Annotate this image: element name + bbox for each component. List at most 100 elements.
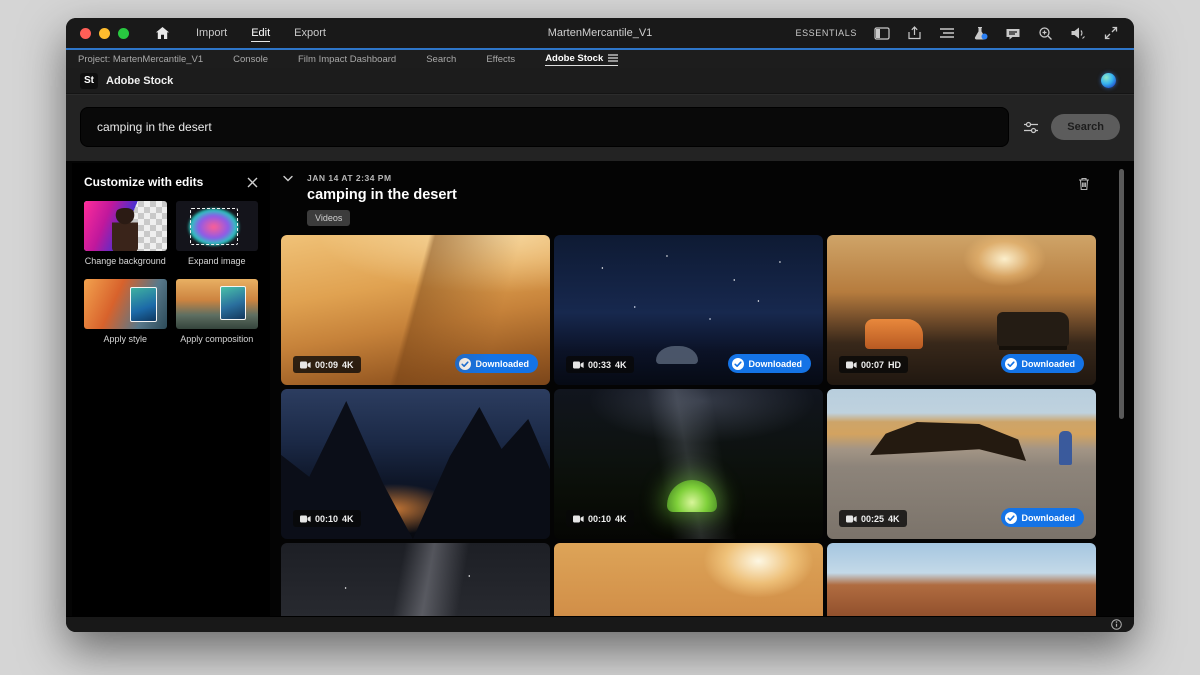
video-result-tile[interactable]: 00:07 HD Downloaded — [827, 235, 1096, 385]
tab-adobe-stock-label: Adobe Stock — [545, 53, 603, 64]
edit-option-label: Apply composition — [176, 334, 259, 344]
customize-title: Customize with edits — [84, 175, 203, 189]
duration-text: 00:09 — [315, 360, 338, 370]
edit-option-expand-image[interactable]: Expand image — [176, 201, 259, 266]
search-section: Search — [66, 94, 1134, 161]
tab-search[interactable]: Search — [426, 54, 456, 65]
video-result-tile[interactable]: 00:10 4K — [554, 389, 823, 539]
tab-console[interactable]: Console — [233, 54, 268, 65]
downloaded-badge: Downloaded — [455, 354, 539, 373]
resolution-text: 4K — [342, 360, 354, 370]
duration-text: 00:07 — [861, 360, 884, 370]
downloaded-badge: Downloaded — [1001, 508, 1085, 527]
minimize-button[interactable] — [99, 28, 110, 39]
expand-image-thumbnail[interactable] — [176, 201, 259, 251]
customize-panel: Customize with edits Change background E… — [72, 163, 270, 616]
downloaded-text: Downloaded — [749, 359, 803, 369]
video-camera-icon — [573, 361, 584, 369]
resolution-text: 4K — [888, 514, 900, 524]
zoom-icon[interactable] — [1038, 26, 1053, 41]
apply-composition-thumbnail[interactable] — [176, 279, 259, 329]
video-result-tile[interactable] — [827, 543, 1096, 616]
menu-export[interactable]: Export — [294, 25, 326, 42]
info-icon[interactable] — [1111, 619, 1122, 630]
queue-icon[interactable] — [939, 27, 955, 39]
downloaded-badge: Downloaded — [728, 354, 812, 373]
search-input[interactable] — [80, 107, 1009, 147]
feedback-icon[interactable] — [1005, 27, 1021, 40]
video-results-grid: 00:09 4K Downloaded 00:33 4K — [281, 235, 1096, 616]
panel-menu-icon — [608, 54, 618, 62]
edit-option-label: Expand image — [176, 256, 259, 266]
panel-tab-bar: Project: MartenMercantile_V1 Console Fil… — [66, 50, 1134, 68]
apply-style-thumbnail[interactable] — [84, 279, 167, 329]
search-button[interactable]: Search — [1051, 114, 1120, 140]
search-timestamp: JAN 14 AT 2:34 PM — [307, 173, 1096, 183]
check-icon — [732, 358, 744, 370]
mode-menu: Import Edit Export — [196, 25, 326, 42]
status-bar — [66, 616, 1134, 632]
edit-option-apply-style[interactable]: Apply style — [84, 279, 167, 344]
customize-grid: Change background Expand image Apply sty… — [84, 201, 258, 344]
menu-edit[interactable]: Edit — [251, 25, 270, 42]
adobe-stock-logo: St — [80, 73, 98, 89]
search-query-title: camping in the desert — [307, 187, 1096, 203]
duration-badge: 00:33 4K — [566, 356, 634, 373]
check-icon — [459, 358, 471, 370]
change-background-thumbnail[interactable] — [84, 201, 167, 251]
edit-option-label: Change background — [84, 256, 167, 266]
vertical-scrollbar[interactable] — [1119, 169, 1124, 419]
maximize-button[interactable] — [118, 28, 129, 39]
duration-text: 00:33 — [588, 360, 611, 370]
duration-text: 00:25 — [861, 514, 884, 524]
duration-badge: 00:10 4K — [566, 510, 634, 527]
stock-panel-header: St Adobe Stock — [66, 68, 1134, 94]
video-result-tile[interactable] — [554, 543, 823, 616]
resolution-text: 4K — [342, 514, 354, 524]
chevron-down-icon[interactable] — [283, 175, 293, 182]
edit-option-apply-composition[interactable]: Apply composition — [176, 279, 259, 344]
account-globe-icon[interactable] — [1101, 73, 1116, 88]
tab-project[interactable]: Project: MartenMercantile_V1 — [78, 54, 203, 65]
duration-badge: 00:09 4K — [293, 356, 361, 373]
home-icon[interactable] — [155, 26, 170, 40]
downloaded-text: Downloaded — [1022, 359, 1076, 369]
resolution-text: 4K — [615, 360, 627, 370]
video-camera-icon — [573, 515, 584, 523]
video-camera-icon — [300, 515, 311, 523]
titlebar-right: ESSENTIALS — [795, 26, 1118, 41]
downloaded-badge: Downloaded — [1001, 354, 1085, 373]
resolution-text: 4K — [615, 514, 627, 524]
tab-adobe-stock[interactable]: Adobe Stock — [545, 53, 618, 66]
trash-icon[interactable] — [1078, 177, 1090, 191]
window-controls — [80, 28, 129, 39]
menu-import[interactable]: Import — [196, 25, 227, 42]
video-camera-icon — [846, 361, 857, 369]
video-result-tile[interactable]: 00:33 4K Downloaded — [554, 235, 823, 385]
app-window: Import Edit Export MartenMercantile_V1 E… — [66, 18, 1134, 632]
stock-panel-title: Adobe Stock — [106, 75, 173, 87]
close-button[interactable] — [80, 28, 91, 39]
video-result-tile[interactable]: 00:10 4K — [281, 389, 550, 539]
close-icon[interactable] — [247, 177, 258, 188]
video-result-tile[interactable]: 00:09 4K Downloaded — [281, 235, 550, 385]
filter-icon[interactable] — [1023, 121, 1039, 134]
labs-icon[interactable] — [972, 26, 988, 40]
edit-option-label: Apply style — [84, 334, 167, 344]
tab-effects[interactable]: Effects — [486, 54, 515, 65]
title-bar: Import Edit Export MartenMercantile_V1 E… — [66, 18, 1134, 48]
duration-badge: 00:10 4K — [293, 510, 361, 527]
edit-option-change-background[interactable]: Change background — [84, 201, 167, 266]
audio-icon[interactable] — [1070, 26, 1087, 40]
fullscreen-icon[interactable] — [1104, 26, 1118, 40]
video-result-tile[interactable]: 00:25 4K Downloaded — [827, 389, 1096, 539]
workspace-label[interactable]: ESSENTIALS — [795, 28, 857, 38]
media-type-badge: Videos — [307, 210, 350, 226]
tab-film-impact-dashboard[interactable]: Film Impact Dashboard — [298, 54, 396, 65]
results-header: JAN 14 AT 2:34 PM camping in the desert … — [281, 173, 1096, 226]
check-icon — [1005, 358, 1017, 370]
quick-export-icon[interactable] — [907, 26, 922, 40]
video-result-tile[interactable] — [281, 543, 550, 616]
workspace-icon[interactable] — [874, 27, 890, 40]
video-camera-icon — [300, 361, 311, 369]
